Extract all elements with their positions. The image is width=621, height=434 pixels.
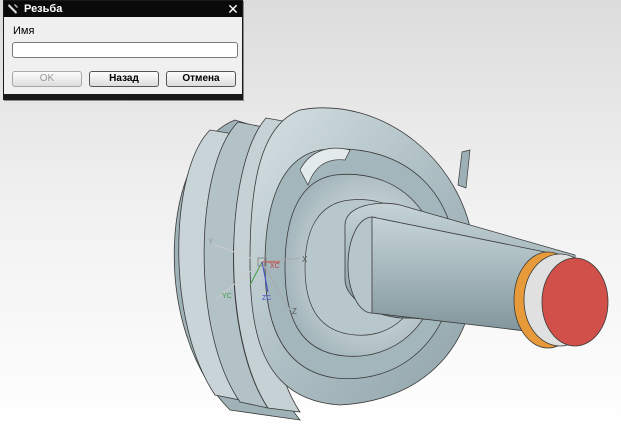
dialog-bottom-edge: [4, 94, 242, 99]
axis-label-z: Z: [292, 307, 297, 316]
cancel-button[interactable]: Отмена: [166, 71, 236, 87]
dialog-titlebar[interactable]: Резьба ✕: [4, 1, 242, 17]
app-icon: [6, 2, 20, 16]
axis-label-x: X: [302, 255, 308, 264]
name-input[interactable]: [12, 42, 238, 58]
axis-label-yc: YC: [222, 293, 232, 300]
dialog-title: Резьба: [24, 3, 63, 15]
axis-label-zc: ZC: [262, 295, 271, 302]
ok-button[interactable]: OK: [12, 71, 82, 87]
shaft-end-face[interactable]: [541, 257, 609, 347]
thread-dialog: Резьба ✕ Имя OK Назад Отмена: [3, 0, 243, 100]
back-button[interactable]: Назад: [89, 71, 159, 87]
axis-label-xc: XC: [270, 263, 280, 270]
close-icon[interactable]: ✕: [226, 1, 240, 17]
name-label: Имя: [13, 25, 35, 37]
axis-label-y: Y: [208, 237, 214, 246]
